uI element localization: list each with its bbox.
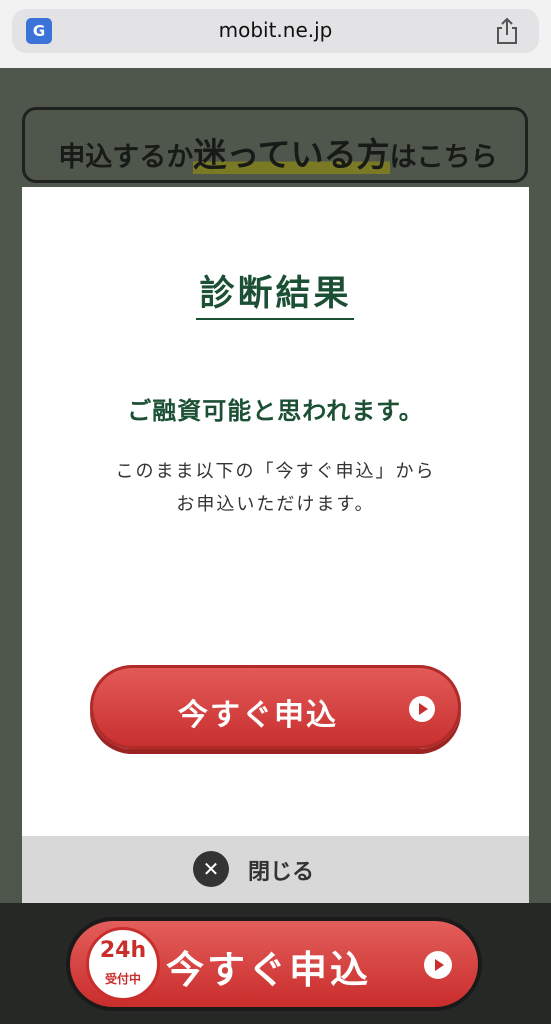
badge-accepting: 受付中: [104, 972, 141, 986]
share-icon[interactable]: [493, 16, 521, 46]
close-icon: ✕: [193, 851, 229, 887]
callout-prefix: 申込するか: [58, 142, 194, 173]
play-arrow-icon: [409, 696, 435, 722]
close-modal-button[interactable]: ✕ 閉じる: [22, 836, 529, 903]
sticky-bottom-bar: 24h 受付中 今すぐ申込: [0, 903, 551, 1024]
24h-badge: 24h 受付中: [86, 927, 160, 1001]
sticky-apply-label: 今すぐ申込: [166, 948, 372, 992]
browser-toolbar: G mobit.ne.jp: [0, 0, 551, 68]
badge-24h: 24h: [99, 938, 147, 963]
apply-now-button[interactable]: 今すぐ申込: [90, 665, 461, 749]
url-text[interactable]: mobit.ne.jp: [0, 17, 551, 43]
modal-title: 診断結果: [199, 274, 352, 314]
play-arrow-icon: [424, 951, 452, 979]
callout-suffix: はこちら: [389, 142, 498, 173]
sticky-apply-now-button[interactable]: 24h 受付中 今すぐ申込: [66, 917, 482, 1011]
title-underline: [196, 318, 354, 320]
close-label: 閉じる: [248, 860, 315, 885]
callout-emphasis: 迷っている方: [193, 135, 390, 174]
apply-now-label: 今すぐ申込: [178, 698, 338, 733]
hesitation-callout[interactable]: 申込するか迷っている方はこちら: [22, 107, 528, 183]
description-line-2: お申込いただけます。: [176, 494, 375, 515]
diagnosis-result-modal: 診断結果 ご融資可能と思われます。 このまま以下の「今すぐ申込」から お申込いた…: [22, 187, 529, 903]
description-line-1: このまま以下の「今すぐ申込」から: [115, 461, 436, 482]
callout-text: 申込するか迷っている方はこちら: [25, 128, 531, 176]
result-description: このまま以下の「今すぐ申込」から お申込いただけます。: [22, 455, 529, 521]
result-headline: ご融資可能と思われます。: [127, 397, 424, 425]
